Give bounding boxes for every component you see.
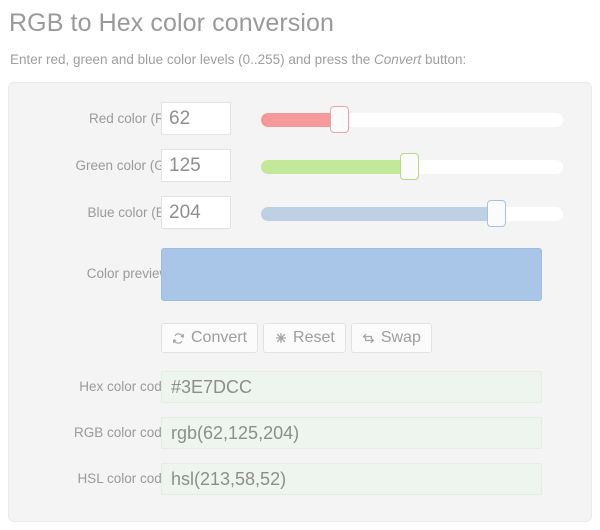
reset-button[interactable]: Reset <box>263 323 346 353</box>
page-title: RGB to Hex color conversion <box>9 9 335 37</box>
intro-text-emphasis: Convert <box>373 52 422 67</box>
green-slider-fill <box>261 160 410 174</box>
rgb-output[interactable] <box>161 417 542 449</box>
hex-label: Hex color code: <box>79 379 173 394</box>
label-blue: Blue color (B): <box>87 205 173 220</box>
hsl-label: HSL color code: <box>77 471 173 486</box>
swap-icon <box>362 332 375 345</box>
blue-slider[interactable] <box>261 200 563 227</box>
convert-button[interactable]: Convert <box>161 323 259 353</box>
label-red: Red color (R): <box>88 111 173 126</box>
output-row-rgb: RGB color code: <box>9 417 591 451</box>
red-slider[interactable] <box>261 106 563 133</box>
input-row-red: Red color (R): <box>9 102 591 142</box>
converter-panel: Red color (R): Green color (G): Blue col… <box>8 82 592 522</box>
blue-slider-handle[interactable] <box>487 200 507 227</box>
input-row-blue: Blue color (B): <box>9 196 591 236</box>
red-slider-handle[interactable] <box>329 106 349 133</box>
input-row-green: Green color (G): <box>9 149 591 189</box>
swap-button-label: Swap <box>380 329 421 346</box>
output-row-hex: Hex color code: <box>9 371 591 405</box>
blue-slider-fill <box>261 207 497 221</box>
red-input[interactable] <box>161 102 231 135</box>
color-preview-label: Color preview: <box>86 266 173 281</box>
hsl-output[interactable] <box>161 463 542 495</box>
green-slider-handle[interactable] <box>399 153 419 180</box>
swap-button[interactable]: Swap <box>350 323 432 353</box>
hex-output[interactable] <box>161 371 542 403</box>
convert-button-label: Convert <box>191 329 248 346</box>
red-slider-fill <box>261 113 340 127</box>
label-green: Green color (G): <box>75 158 173 173</box>
refresh-icon <box>172 332 185 345</box>
intro-text-before: Enter red, green and blue color levels (… <box>10 52 374 67</box>
green-input[interactable] <box>161 149 231 182</box>
reset-button-label: Reset <box>293 329 335 346</box>
output-row-hsl: HSL color code: <box>9 463 591 497</box>
intro-text: Enter red, green and blue color levels (… <box>0 38 600 67</box>
intro-text-after: button: <box>421 52 467 67</box>
blue-input[interactable] <box>161 196 231 229</box>
action-buttons: Convert Reset Swap <box>161 323 432 353</box>
rgb-label: RGB color code: <box>73 425 173 440</box>
cross-icon <box>274 332 287 345</box>
green-slider[interactable] <box>261 153 563 180</box>
color-preview-swatch <box>161 248 542 301</box>
